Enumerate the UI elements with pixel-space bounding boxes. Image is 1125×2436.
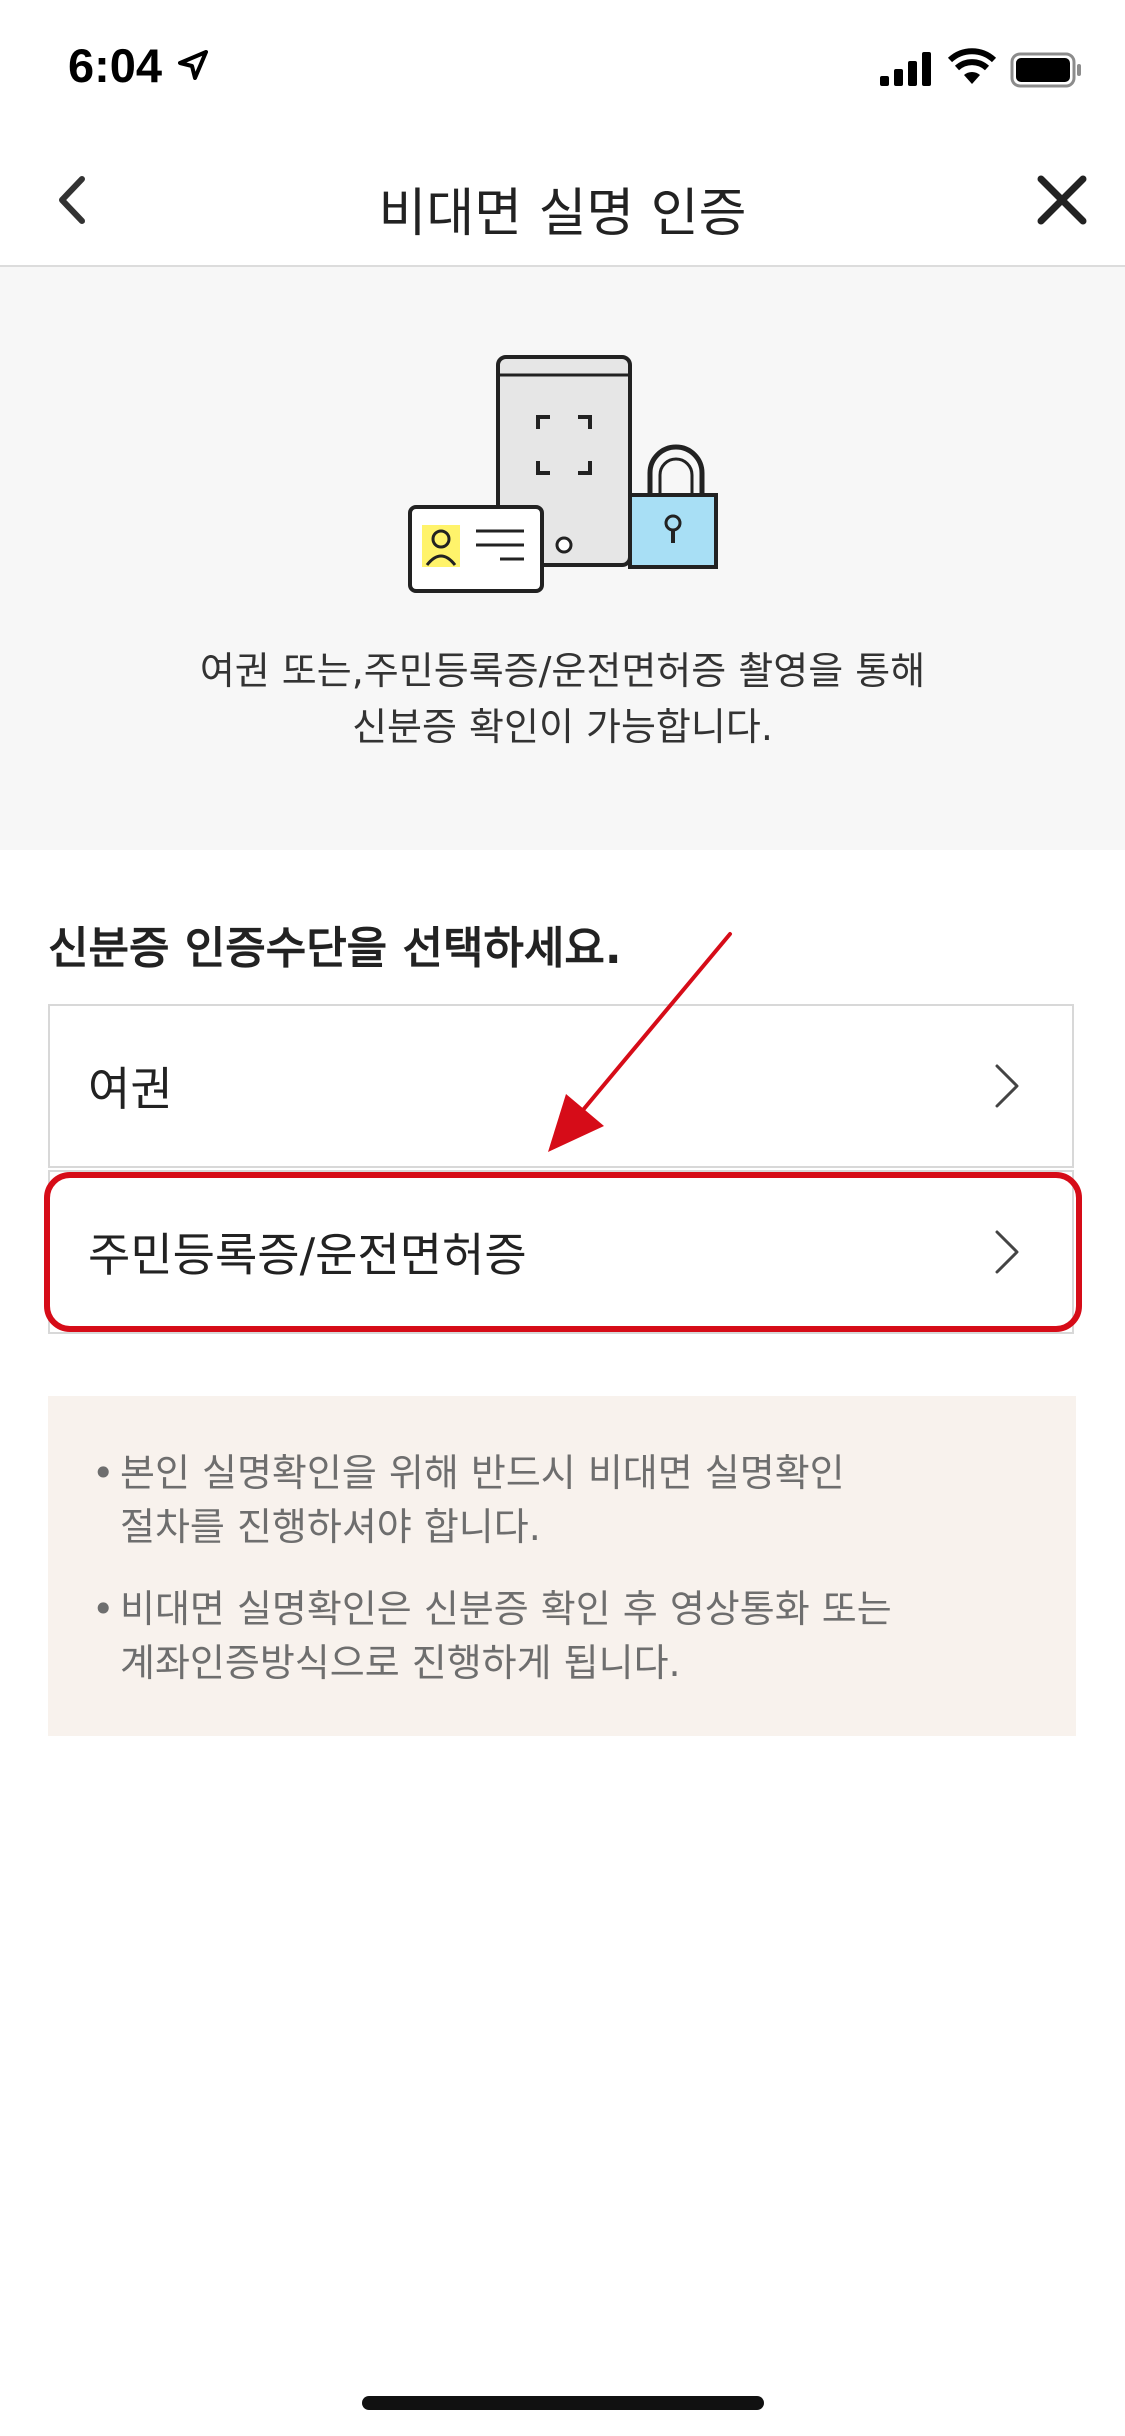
notice-line: 본인 실명확인을 위해 반드시 비대면 실명확인: [120, 1451, 845, 1495]
bullet-icon: •: [92, 1587, 115, 1631]
notice-line: 계좌인증방식으로 진행하게 됩니다.: [120, 1641, 681, 1685]
hero-description: 여권 또는,주민등록증/운전면허증 촬영을 통해 신분증 확인이 가능합니다.: [0, 643, 1125, 755]
page-title: 비대면 실명 인증: [378, 184, 747, 244]
wifi-icon: [948, 48, 996, 84]
chevron-right-icon: [995, 1064, 1019, 1108]
notice-box: • 본인 실명확인을 위해 반드시 비대면 실명확인 절차를 진행하셔야 합니다…: [48, 1396, 1076, 1736]
hero-description-line: 여권 또는,주민등록증/운전면허증 촬영을 통해: [199, 649, 926, 693]
section-title: 신분증 인증수단을 선택하세요.: [48, 923, 622, 974]
option-passport[interactable]: 여권: [48, 1004, 1074, 1168]
notice-line: 비대면 실명확인은 신분증 확인 후 영상통화 또는: [120, 1587, 892, 1631]
status-time: 6:04: [68, 39, 163, 92]
option-label: 주민등록증/운전면허증: [88, 1228, 527, 1282]
bullet-icon: •: [92, 1451, 115, 1495]
hero-description-line: 신분증 확인이 가능합니다.: [352, 705, 773, 749]
location-arrow-icon: [178, 50, 208, 80]
notice-item: • 비대면 실명확인은 신분증 확인 후 영상통화 또는 계좌인증방식으로 진행…: [92, 1582, 1040, 1690]
hero-section: 여권 또는,주민등록증/운전면허증 촬영을 통해 신분증 확인이 가능합니다.: [0, 267, 1125, 850]
option-id-card-drivers-license[interactable]: 주민등록증/운전면허증: [48, 1170, 1074, 1334]
nav-bar: 비대면 실명 인증: [0, 135, 1125, 267]
status-bar: 6:04: [0, 0, 1125, 135]
id-verification-illustration: [408, 355, 718, 593]
option-label: 여권: [88, 1062, 173, 1116]
battery-icon: [1010, 52, 1081, 88]
notice-item: • 본인 실명확인을 위해 반드시 비대면 실명확인 절차를 진행하셔야 합니다…: [92, 1446, 1040, 1554]
notice-line: 절차를 진행하셔야 합니다.: [120, 1505, 541, 1549]
home-indicator[interactable]: [362, 2396, 764, 2410]
cellular-signal-icon: [880, 52, 931, 86]
chevron-right-icon: [995, 1230, 1019, 1274]
close-icon[interactable]: [1029, 167, 1095, 233]
